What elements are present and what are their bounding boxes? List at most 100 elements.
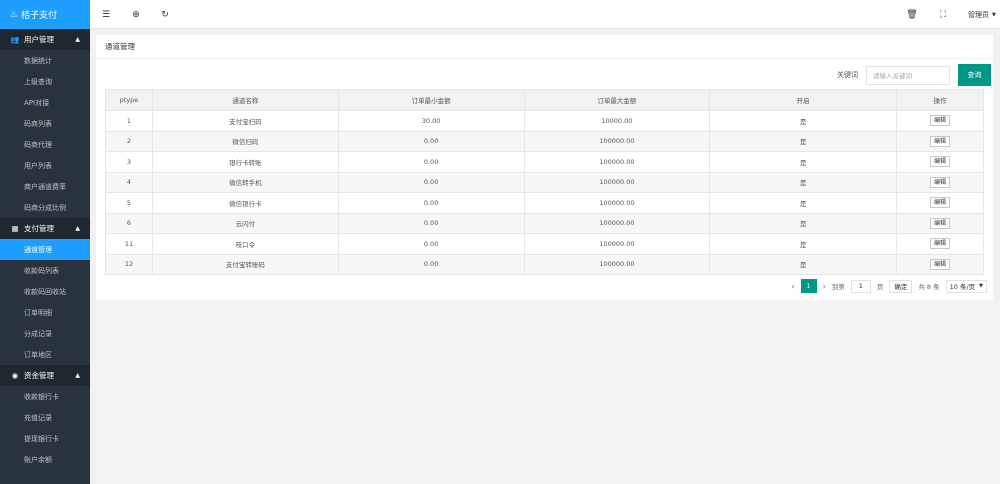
panel-title: 通道管理 — [96, 35, 993, 59]
table-row[interactable]: 3 银行卡转账 0.00 100000.00 是 编辑 — [105, 151, 984, 173]
sidebar-group-label: 支付管理 — [24, 224, 54, 233]
page-size-value: 10 条/页 — [949, 283, 976, 291]
sidebar-item-recharge-records[interactable]: 充值记录 — [0, 407, 90, 428]
cell-ptype: 4 — [105, 171, 153, 193]
cell-ptype: 1 — [105, 110, 153, 132]
edit-button[interactable]: 编辑 — [930, 238, 951, 250]
clear-cache-icon[interactable]: 🗑 — [904, 0, 920, 29]
cell-channel-name: 支付宝转账码 — [151, 253, 339, 275]
cell-actions: 编辑 — [896, 171, 984, 193]
edit-button[interactable]: 编辑 — [930, 258, 951, 270]
column-header[interactable]: 操作 — [896, 89, 984, 111]
cell-max-amount: 100000.00 — [523, 192, 711, 214]
cell-max-amount: 10000.00 — [523, 110, 711, 132]
sidebar-item-channel-management[interactable]: 通道管理 — [0, 239, 90, 260]
sidebar-item-qrcode-list[interactable]: 收款码列表 — [0, 260, 90, 281]
cell-actions: 编辑 — [896, 130, 984, 152]
column-header[interactable]: 订单最大金额 — [523, 89, 711, 111]
column-header[interactable]: 订单最小金额 — [337, 89, 525, 111]
column-header[interactable]: 通道名称 — [151, 89, 339, 111]
sidebar-item-merchant-agent[interactable]: 码商代理 — [0, 134, 90, 155]
table-row[interactable]: 5 微信银行卡 0.00 100000.00 是 编辑 — [105, 192, 984, 214]
chevron-up-icon: ▲ — [75, 372, 80, 379]
sidebar-item-api[interactable]: API对接 — [0, 92, 90, 113]
sidebar-item-order-detail[interactable]: 订单明细 — [0, 302, 90, 323]
cell-channel-name: 云闪付 — [151, 212, 339, 234]
column-header[interactable]: ptype — [105, 89, 153, 111]
cell-ptype: 6 — [105, 212, 153, 234]
cell-actions: 编辑 — [896, 151, 984, 173]
cell-enabled: 是 — [709, 212, 898, 234]
sidebar-item-receive-bankcard[interactable]: 收款银行卡 — [0, 386, 90, 407]
page-size-select[interactable]: 10 条/页 ▼ — [945, 279, 987, 293]
cell-actions: 编辑 — [896, 212, 984, 234]
menu-toggle-icon[interactable]: ☰ — [98, 0, 114, 29]
cell-min-amount: 0.00 — [337, 130, 525, 152]
goto-confirm-button[interactable]: 确定 — [889, 279, 913, 293]
search-bar: 关键词 请输入关键词 查询 — [837, 64, 991, 86]
column-header[interactable]: 开启 — [709, 89, 898, 111]
edit-button[interactable]: 编辑 — [930, 115, 951, 127]
sidebar-item-user-list[interactable]: 用户列表 — [0, 155, 90, 176]
fullscreen-icon[interactable]: ⛶ — [935, 0, 951, 29]
table-row[interactable]: 2 微信扫码 0.00 100000.00 是 编辑 — [105, 130, 984, 152]
sidebar-item-qrcode-recycle[interactable]: 收款码回收站 — [0, 281, 90, 302]
prev-page-icon[interactable]: ‹ — [791, 282, 794, 291]
page-number-current[interactable]: 1 — [800, 279, 817, 293]
sidebar-item-order-region[interactable]: 订单地区 — [0, 344, 90, 365]
users-icon: 👥 — [10, 35, 20, 44]
edit-button[interactable]: 编辑 — [930, 156, 951, 168]
caret-down-icon: ▼ — [979, 283, 983, 289]
cell-actions: 编辑 — [896, 253, 984, 275]
cell-actions: 编辑 — [896, 192, 984, 214]
edit-button[interactable]: 编辑 — [930, 176, 951, 188]
keyword-label: 关键词 — [837, 71, 858, 79]
table-row[interactable]: 11 吱口令 0.00 100000.00 是 编辑 — [105, 233, 984, 255]
sidebar-item-share-records[interactable]: 分成记录 — [0, 323, 90, 344]
table-row[interactable]: 1 支付宝扫码 30.00 10000.00 是 编辑 — [105, 110, 984, 132]
cell-max-amount: 100000.00 — [523, 171, 711, 193]
query-button[interactable]: 查询 — [958, 64, 991, 86]
refresh-icon[interactable]: ↻ — [157, 0, 173, 29]
goto-page-input[interactable]: 1 — [850, 279, 871, 293]
funds-icon: ◉ — [11, 371, 19, 380]
cell-enabled: 是 — [709, 130, 898, 152]
payment-icon: ▦ — [11, 224, 19, 233]
sidebar-group-funds[interactable]: ◉ 资金管理 ▲ — [0, 365, 90, 386]
user-menu[interactable]: 管理员 ▼ — [968, 0, 996, 29]
page-unit-label: 页 — [876, 283, 884, 291]
globe-icon[interactable]: ⊕ — [128, 0, 144, 29]
sidebar-item-account-balance[interactable]: 账户余额 — [0, 449, 90, 470]
sidebar-item-channel-rate[interactable]: 商户通道费率 — [0, 176, 90, 197]
edit-button[interactable]: 编辑 — [930, 217, 951, 229]
cell-min-amount: 0.00 — [337, 212, 525, 234]
cell-channel-name: 微信转手机 — [151, 171, 339, 193]
sidebar-item-superior-query[interactable]: 上级查询 — [0, 71, 90, 92]
cell-min-amount: 0.00 — [337, 192, 525, 214]
pagination: ‹ 1 › 到第 1 页 确定 共 8 条 10 条/页 ▼ — [785, 279, 987, 293]
sidebar-group-payment[interactable]: ▦ 支付管理 ▲ — [0, 218, 90, 239]
table-row[interactable]: 6 云闪付 0.00 100000.00 是 编辑 — [105, 212, 984, 234]
sidebar-group-label: 资金管理 — [24, 371, 54, 380]
cell-ptype: 2 — [105, 130, 153, 152]
goto-label: 到第 — [831, 283, 845, 291]
edit-button[interactable]: 编辑 — [930, 135, 951, 147]
cell-channel-name: 支付宝扫码 — [151, 110, 339, 132]
table-row[interactable]: 4 微信转手机 0.00 100000.00 是 编辑 — [105, 171, 984, 193]
sidebar: ♨ 桔子支付 👥 用户管理 ▲ 数据统计 上级查询 API对接 码商列表 码商代… — [0, 0, 90, 484]
brand-logo[interactable]: ♨ 桔子支付 — [0, 0, 90, 29]
sidebar-group-users[interactable]: 👥 用户管理 ▲ — [0, 29, 90, 50]
sidebar-item-merchant-list[interactable]: 码商列表 — [0, 113, 90, 134]
table-row[interactable]: 12 支付宝转账码 0.00 100000.00 是 编辑 — [105, 253, 984, 275]
edit-button[interactable]: 编辑 — [930, 197, 951, 209]
next-page-icon[interactable]: › — [823, 282, 826, 291]
channel-table: ptype 通道名称 订单最小金额 订单最大金额 开启 操作 1 支付宝扫码 3… — [105, 89, 984, 275]
sidebar-item-share-ratio[interactable]: 码商分成比例 — [0, 197, 90, 218]
sidebar-item-data-stats[interactable]: 数据统计 — [0, 50, 90, 71]
cell-enabled: 是 — [709, 151, 898, 173]
keyword-input[interactable]: 请输入关键词 — [866, 65, 950, 85]
cell-channel-name: 吱口令 — [151, 233, 339, 255]
cell-min-amount: 0.00 — [337, 151, 525, 173]
sidebar-item-withdraw-bankcard[interactable]: 提现银行卡 — [0, 428, 90, 449]
username: 管理员 — [968, 10, 989, 19]
